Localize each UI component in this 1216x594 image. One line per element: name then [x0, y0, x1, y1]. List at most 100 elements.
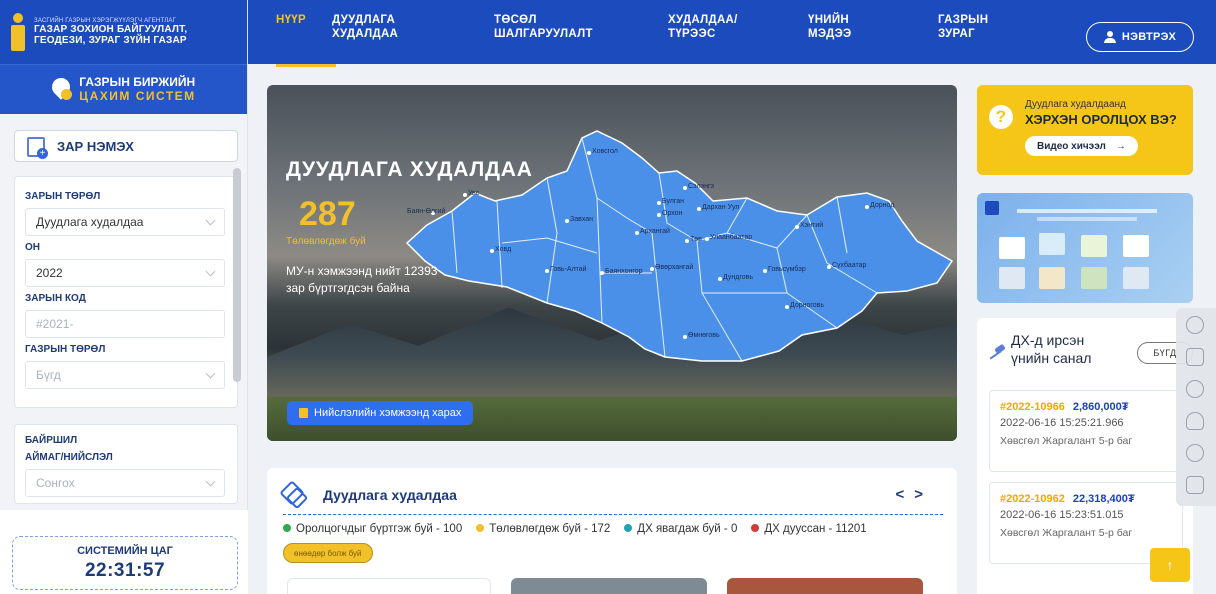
land-type-select[interactable]: Бүгд — [25, 361, 225, 389]
how-to-participate-banner[interactable]: ? Дуудлага худалдаанд ХЭРХЭН ОРОЛЦОХ ВЭ?… — [977, 85, 1193, 175]
floating-toolbar — [1176, 308, 1216, 506]
legend-label: Төлөвлөгдөж буй - 172 — [489, 523, 611, 535]
teal-dot-icon — [624, 524, 633, 532]
nav-sale-rent-line1: ХУДАЛДАА/ — [668, 14, 738, 26]
nav-project-line1: ТӨСӨЛ — [494, 14, 537, 26]
auction-card-thumbnail[interactable] — [727, 578, 923, 594]
province-label: Сүхбаатар — [832, 261, 866, 269]
filter-panel: ЗАРЫН ТӨРӨЛ Дуудлага худалдаа ОН 2022 ЗА… — [14, 176, 238, 408]
promo-illustration — [1081, 235, 1107, 257]
promo-heading-line — [1017, 209, 1157, 213]
exchange-subtitle: ЦАХИМ СИСТЕМ — [79, 88, 196, 103]
nav-auction-line2: ХУДАЛДАА — [332, 27, 399, 40]
province-label: Дархан Уул — [702, 204, 739, 211]
promo-illustration — [1123, 267, 1149, 289]
carousel-arrows[interactable]: <> — [895, 486, 933, 503]
province-label: Улаанбаатар — [710, 233, 752, 241]
ad-code-placeholder: #2021- — [36, 317, 74, 331]
aimag-select[interactable]: Сонгох — [25, 469, 225, 497]
nav-home[interactable]: НҮҮР — [276, 14, 336, 67]
legend-item[interactable]: Төлөвлөгдөж буй - 172 — [476, 523, 610, 535]
promo-illustration — [999, 267, 1025, 289]
next-arrow-icon[interactable]: > — [914, 486, 933, 503]
prev-arrow-icon[interactable]: < — [895, 486, 914, 503]
auction-panel: Дуудлага худалдаа <> Оролцогчдыг бүртгэж… — [267, 468, 957, 594]
user-icon — [1103, 31, 1116, 43]
legend-item[interactable]: ДХ дууссан - 11201 — [751, 523, 867, 535]
offer-id: #2022-10966 — [1000, 401, 1065, 413]
sidebar-scrollbar[interactable] — [233, 168, 241, 382]
yellow-dot-icon — [476, 524, 485, 532]
auction-card-thumbnail[interactable] — [287, 578, 491, 594]
legend-item[interactable]: ДХ явагдаж буй - 0 — [624, 523, 737, 535]
offer-location: Хөвсгөл Жаргалант 5-р баг — [1000, 527, 1133, 539]
offer-card[interactable]: #2022-10966 2,860,000₮ 2022-06-16 15:25:2… — [989, 390, 1183, 472]
layers-icon[interactable] — [1186, 316, 1204, 334]
scroll-to-top-button[interactable]: ↑ — [1150, 548, 1190, 582]
province-label: Дундговь — [723, 274, 753, 281]
year-label: ОН — [25, 242, 40, 253]
hero-description: МУ-н хэмжээнд нийт 12393 зар бүртгэгдсэн… — [286, 264, 438, 295]
planned-count: 287 — [299, 195, 356, 233]
location-filter-panel: БАЙРШИЛ АЙМАГ/НИЙСЛЭЛ Сонгох — [14, 424, 238, 504]
video-tutorial-button[interactable]: Видео хичээл → — [1025, 136, 1138, 156]
ad-type-value: Дуудлага худалдаа — [36, 215, 144, 229]
view-capital-label: Нийслэлийн хэмжээнд харах — [314, 407, 462, 419]
aimag-value: Сонгох — [36, 476, 75, 490]
province-label: Орхон — [662, 210, 683, 217]
refresh-icon[interactable] — [1186, 380, 1204, 398]
today-filter-tag[interactable]: өнөөдөр болж буй — [283, 543, 373, 563]
chevron-down-icon — [205, 266, 216, 276]
nav-home-label: НҮҮР — [276, 14, 306, 26]
green-dot-icon — [283, 524, 291, 532]
promo-banner[interactable] — [977, 193, 1193, 303]
active-underline — [276, 64, 336, 67]
nav-project[interactable]: ТӨСӨЛ ШАЛГАРУУЛАЛТ — [494, 14, 593, 42]
auction-title: Дуудлага худалдаа — [323, 487, 457, 503]
today-tag-label: өнөөдөр болж буй — [294, 548, 362, 558]
nav-price-news[interactable]: ҮНИЙН МЭДЭЭ — [808, 14, 852, 42]
province-label: Төв — [690, 236, 702, 243]
land-type-value: Бүгд — [36, 368, 61, 382]
price-offers-title-line2: үнийн санал — [1011, 349, 1092, 366]
nav-project-line2: ШАЛГАРУУЛАЛТ — [494, 27, 593, 40]
land-exchange-logo[interactable]: ГАЗРЫН БИРЖИЙН ЦАХИМ СИСТЕМ — [0, 64, 247, 114]
land-type-label: ГАЗРЫН ТӨРӨЛ — [25, 344, 106, 355]
nav-land-map-line2: ЗУРАГ — [938, 27, 975, 40]
province-label: Ховд — [495, 246, 511, 253]
person-icon[interactable] — [1186, 412, 1204, 430]
legend-item[interactable]: Оролцогчдыг бүртгэж буй - 100 — [283, 523, 462, 535]
divider — [283, 514, 943, 515]
nav-land-map[interactable]: ГАЗРЫН ЗУРАГ — [938, 14, 988, 42]
year-select[interactable]: 2022 — [25, 259, 225, 287]
nav-sale-rent-line2: ТҮРЭЭС — [668, 27, 716, 40]
view-capital-button[interactable]: Нийслэлийн хэмжээнд харах — [287, 401, 474, 425]
soyombo-emblem-icon — [8, 8, 28, 56]
legend-label: ДХ явагдаж буй - 0 — [637, 523, 738, 535]
chevron-down-icon — [205, 215, 216, 225]
promo-illustration — [1123, 235, 1149, 257]
province-label: Хэнтий — [800, 221, 823, 229]
ad-code-input[interactable]: #2021- — [25, 310, 225, 338]
nav-auction[interactable]: ДУУДЛАГА ХУДАЛДАА — [332, 14, 398, 42]
ad-type-label: ЗАРЫН ТӨРӨЛ — [25, 191, 101, 202]
nav-auction-line1: ДУУДЛАГА — [332, 14, 396, 26]
document-icon[interactable] — [1186, 348, 1204, 366]
ad-type-select[interactable]: Дуудлага худалдаа — [25, 208, 225, 236]
sidebar: ЗАСГИЙН ГАЗРЫН ХЭРЭГЖҮҮЛЭГЧ АГЕНТЛАГ ГАЗ… — [0, 0, 248, 594]
agency-name-line2: ГЕОДЕЗИ, ЗУРАГ ЗҮЙН ГАЗАР — [34, 35, 187, 47]
nav-sale-rent[interactable]: ХУДАЛДАА/ ТҮРЭЭС — [668, 14, 738, 42]
top-navigation: НҮҮР ДУУДЛАГА ХУДАЛДАА ТӨСӨЛ ШАЛГАРУУЛАЛ… — [248, 0, 1216, 67]
nav-land-map-line1: ГАЗРЫН — [938, 14, 989, 26]
auction-card-thumbnail[interactable] — [511, 578, 707, 594]
calendar-icon[interactable] — [1186, 476, 1204, 494]
province-label: Увс — [468, 190, 480, 197]
promo-heading-line — [1037, 217, 1137, 221]
login-button[interactable]: НЭВТРЭХ — [1086, 22, 1194, 52]
help-icon[interactable] — [1186, 444, 1204, 462]
offer-id: #2022-10962 — [1000, 493, 1065, 505]
add-ad-button[interactable]: ЗАР НЭМЭХ — [14, 130, 238, 162]
legend-label: Оролцогчдыг бүртгэж буй - 100 — [296, 523, 463, 535]
system-clock: СИСТЕМИЙН ЦАГ 22:31:57 — [12, 536, 238, 590]
agency-logo[interactable]: ЗАСГИЙН ГАЗРЫН ХЭРЭГЖҮҮЛЭГЧ АГЕНТЛАГ ГАЗ… — [0, 0, 247, 64]
